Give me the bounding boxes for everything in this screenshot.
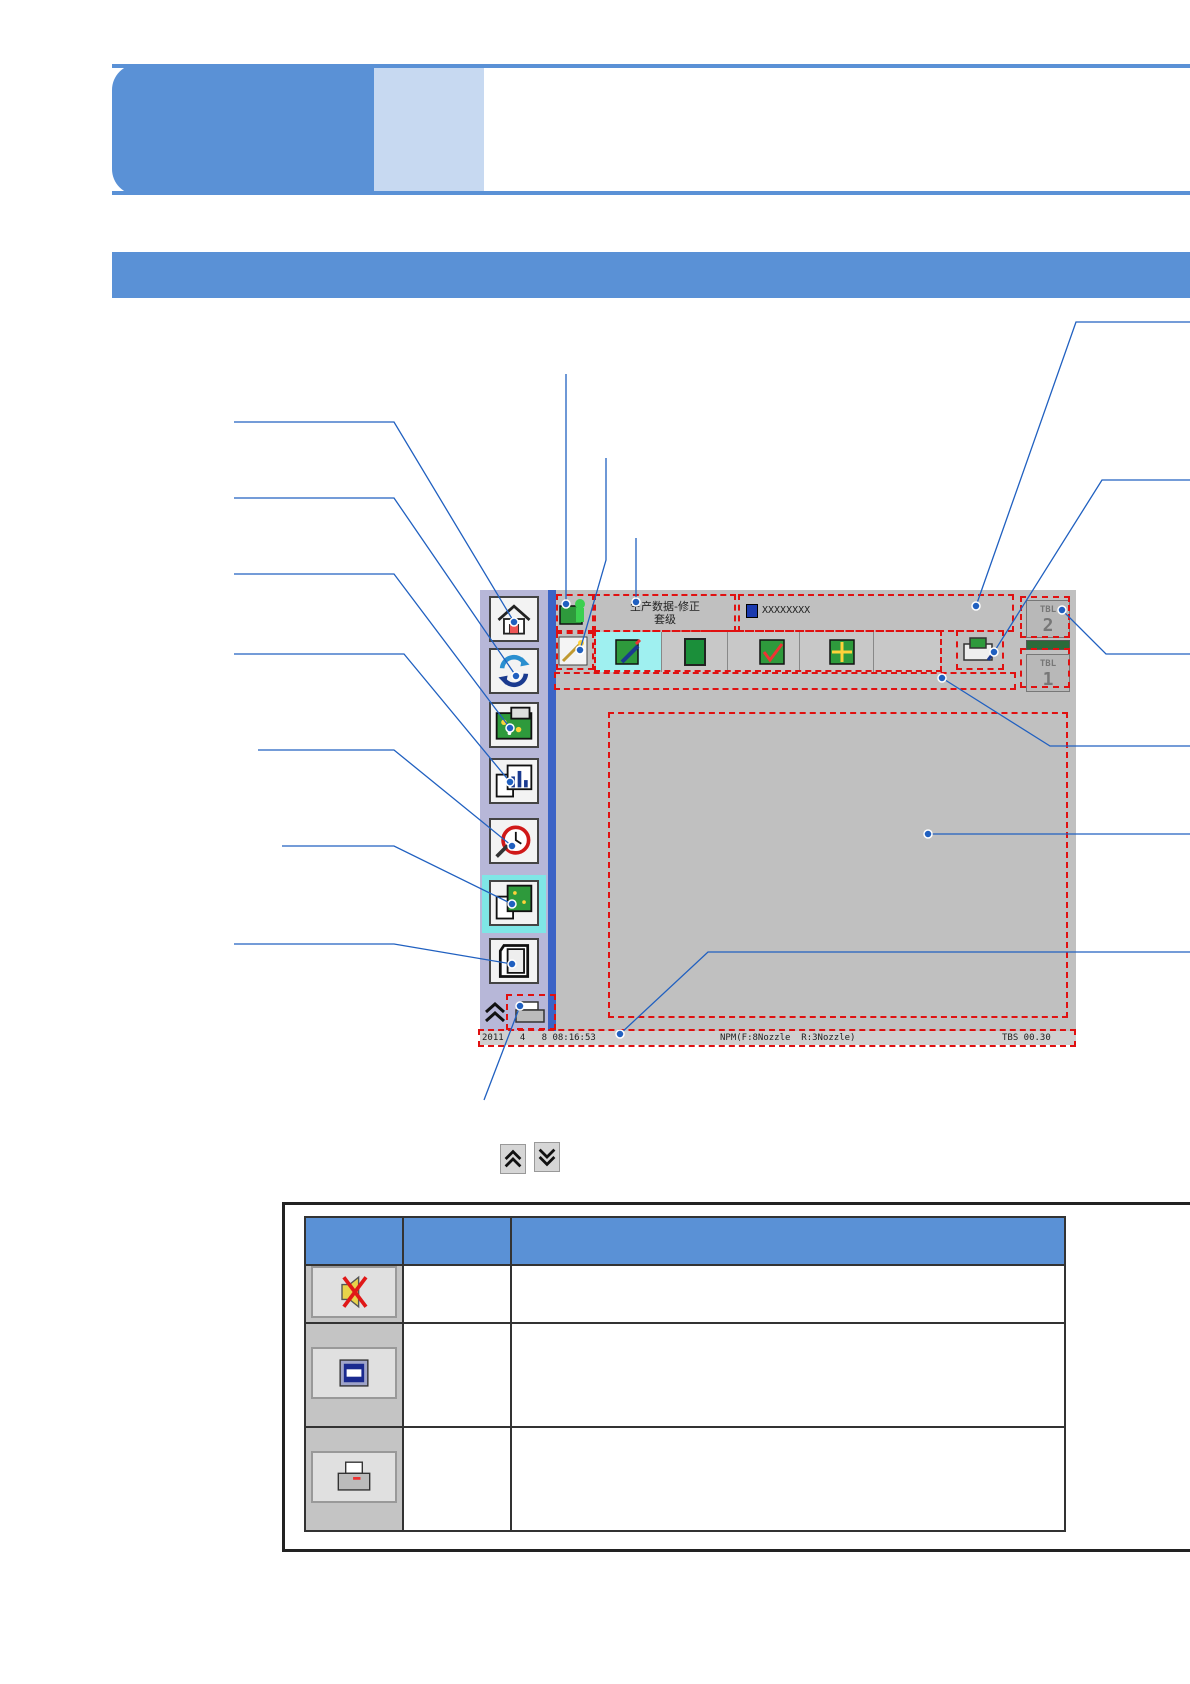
feeder-cabinet-icon [498,944,530,978]
scroll-up-sample [500,1144,526,1174]
chapter-tab [112,64,374,195]
highlight-file-info [738,594,1014,632]
feeder-button[interactable] [489,938,539,984]
legend-name-cell [402,1264,512,1324]
legend-row [304,1322,1066,1428]
production-pcb-icon [495,706,533,740]
legend-header-name [402,1216,512,1266]
highlight-toolbar [594,630,942,672]
document-pcb-icon [495,884,533,920]
legend-name-cell [402,1426,512,1532]
production-button[interactable] [489,702,539,748]
home-button[interactable] [489,596,539,642]
legend-desc-cell [510,1322,1066,1428]
highlight-print [506,994,556,1030]
legend-header-icon [304,1216,404,1266]
legend-header-row [304,1216,1066,1266]
mute-button [311,1266,397,1318]
memory-icon [339,1359,369,1387]
chapter-number-block [374,68,484,191]
print-sample-button [311,1451,397,1503]
mute-icon [341,1275,368,1309]
highlight-status-icon [556,594,594,632]
double-chevron-up-icon [485,1001,505,1023]
legend-icon-cell [304,1264,404,1324]
legend-table [304,1216,1066,1532]
legend-header-description [510,1216,1066,1266]
legend-icon-cell [304,1322,404,1428]
highlight-message-line [554,672,1016,690]
alarm-clock-icon [495,825,531,858]
printer-icon [337,1461,371,1491]
highlight-work-area [608,712,1068,1018]
cycle-icon [498,654,530,688]
alarm-button[interactable] [489,818,539,864]
double-chevron-up-icon [504,1149,522,1168]
legend-desc-cell [510,1426,1066,1532]
highlight-tbl1 [1020,648,1070,688]
highlight-screen-title [594,594,736,632]
legend-desc-cell [510,1264,1066,1324]
scroll-down-sample [534,1142,560,1172]
legend-row [304,1264,1066,1324]
memory-button [311,1347,397,1399]
menu-column-divider [548,590,556,1032]
highlight-status-bar [478,1029,1076,1047]
report-chart-icon [495,764,533,798]
report-button[interactable] [489,758,539,804]
highlight-tbl2 [1020,596,1070,638]
legend-icon-cell [304,1426,404,1532]
section-title-bar [112,252,1190,298]
highlight-wand [556,632,594,670]
legend-name-cell [402,1322,512,1428]
scroll-up-button[interactable] [482,996,508,1028]
legend-row [304,1426,1066,1532]
double-chevron-down-icon [538,1148,556,1167]
home-icon [497,604,531,635]
highlight-transfer [956,630,1004,670]
data-edit-button[interactable] [489,880,539,926]
cycle-button[interactable] [489,648,539,694]
